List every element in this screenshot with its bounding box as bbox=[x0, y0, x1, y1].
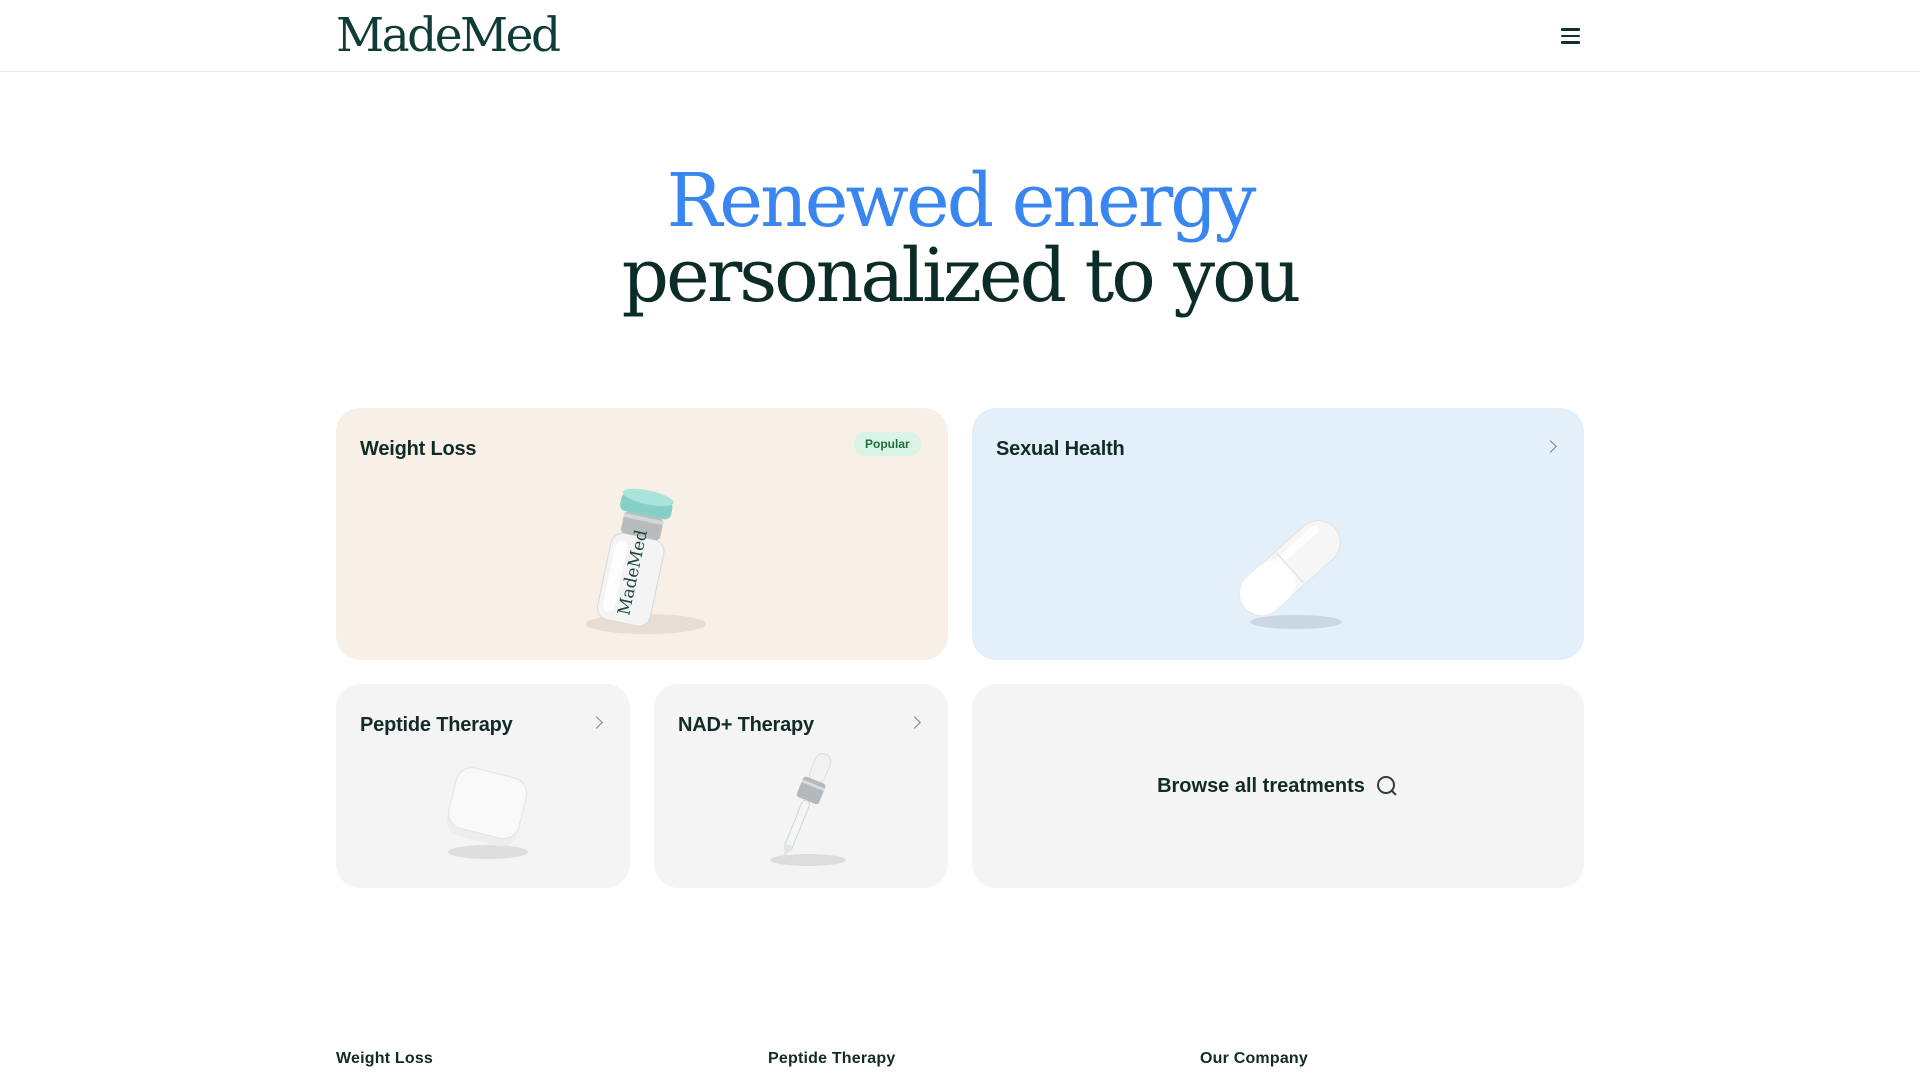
capsule-image bbox=[1239, 520, 1342, 629]
mademed-logo[interactable]: MadeMed bbox=[336, 8, 561, 64]
chevron-right-icon bbox=[1544, 439, 1558, 453]
card-title-sexual-health: Sexual Health bbox=[996, 438, 1125, 460]
tablet-image bbox=[446, 767, 528, 859]
browse-all-treatments-button[interactable]: Browse all treatments bbox=[972, 684, 1584, 888]
card-title-nad-therapy: NAD+ Therapy bbox=[678, 714, 814, 736]
chevron-right-icon bbox=[908, 715, 922, 729]
browse-content: Browse all treatments bbox=[972, 684, 1584, 888]
site-header: MadeMed bbox=[0, 0, 1920, 72]
card-title-peptide-therapy: Peptide Therapy bbox=[360, 714, 513, 736]
hero-heading-main: personalized to you bbox=[621, 233, 1302, 319]
dropper-image bbox=[770, 753, 846, 866]
card-weight-loss[interactable]: Weight Loss Popular MadeMed bbox=[336, 408, 948, 660]
hamburger-menu-icon[interactable] bbox=[1558, 24, 1584, 48]
hero-heading-accent: Renewed energy bbox=[666, 158, 1257, 244]
browse-label: Browse all treatments bbox=[1157, 774, 1365, 797]
footer-heading-peptide-therapy: Peptide Therapy bbox=[768, 1050, 896, 1067]
search-icon bbox=[1375, 774, 1399, 798]
card-nad-therapy[interactable]: NAD+ Therapy bbox=[654, 684, 948, 888]
chevron-right-icon bbox=[590, 715, 604, 729]
card-title-weight-loss: Weight Loss bbox=[360, 438, 477, 460]
footer-heading-weight-loss: Weight Loss bbox=[336, 1050, 434, 1067]
footer-heading-our-company: Our Company bbox=[1200, 1050, 1308, 1067]
popular-badge: Popular bbox=[854, 432, 921, 456]
hero-heading: Renewed energy personalized to you bbox=[0, 158, 1920, 319]
card-sexual-health[interactable]: Sexual Health bbox=[972, 408, 1584, 660]
vial-image: MadeMed bbox=[586, 488, 706, 634]
card-peptide-therapy[interactable]: Peptide Therapy bbox=[336, 684, 630, 888]
